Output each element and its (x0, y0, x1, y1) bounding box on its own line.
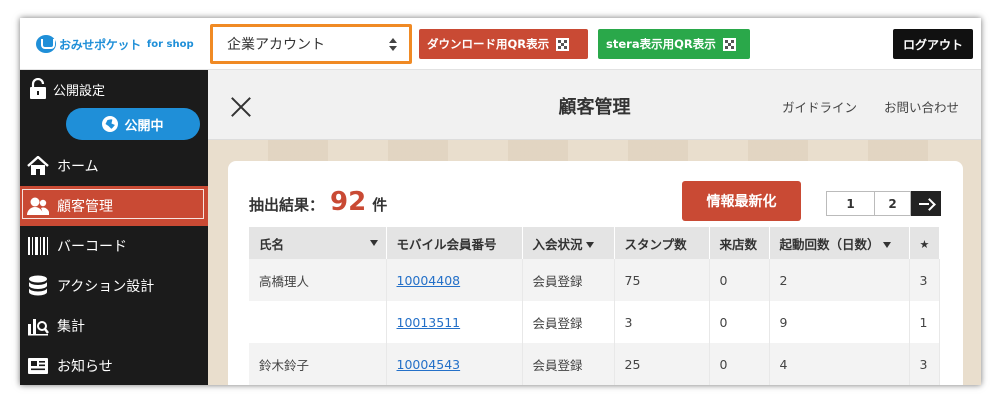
column-header-stamps[interactable]: スタンプ数 (614, 227, 710, 259)
cell-member-no: 10004543 (386, 343, 523, 385)
result-unit: 件 (372, 196, 388, 214)
news-icon (27, 355, 49, 377)
result-count: 抽出結果： 92 件 (249, 187, 387, 217)
cell-launches: 9 (769, 301, 910, 343)
page-button-1[interactable]: 1 (826, 191, 875, 216)
cell-stamps: 25 (614, 343, 710, 385)
column-header-visits[interactable]: 来店数 (709, 227, 770, 259)
cell-visits: 0 (709, 301, 770, 343)
app-window: おみせポケット for shop 企業アカウント ダウンロード用QR表示 ste… (20, 18, 981, 385)
top-bar: おみせポケット for shop 企業アカウント ダウンロード用QR表示 ste… (20, 18, 981, 70)
arrow-right-icon (919, 199, 933, 209)
sort-down-icon (882, 241, 891, 248)
table-row: 鈴木鈴子 10004543 会員登録 25 0 4 3 (249, 343, 941, 385)
cell-stamps: 3 (614, 301, 710, 343)
sidebar-item-label: バーコード (57, 239, 127, 255)
public-status-label: 公開中 (124, 118, 164, 134)
download-qr-button[interactable]: ダウンロード用QR表示 (419, 29, 588, 59)
result-number: 92 (330, 187, 367, 217)
column-header-launches[interactable]: 起動回数（日数） (769, 227, 910, 259)
public-setting[interactable]: 公開設定 (29, 78, 105, 100)
sidebar-item-customers[interactable]: 顧客管理 (20, 186, 208, 226)
cell-visits: 0 (709, 259, 770, 301)
customer-table: 氏名 モバイル会員番号 入会状況 スタンプ数 来店数 起動回数（日数） ★ 高橋… (249, 227, 941, 385)
users-icon (27, 195, 49, 217)
next-page-button[interactable] (911, 191, 941, 216)
sort-down-icon (585, 241, 594, 248)
pocket-logo-icon (36, 35, 56, 53)
member-number-link[interactable]: 10013511 (397, 315, 461, 330)
cell-star: 3 (909, 343, 941, 385)
app-logo[interactable]: おみせポケット for shop (36, 34, 194, 54)
column-header-status[interactable]: 入会状況 (522, 227, 615, 259)
stera-qr-button[interactable]: stera表示用QR表示 (598, 29, 750, 59)
refresh-info-button[interactable]: 情報最新化 (682, 181, 801, 221)
logo-subtext: for shop (146, 38, 194, 50)
sidebar-item-analytics[interactable]: 集計 (20, 306, 208, 346)
account-select[interactable]: 企業アカウント (210, 24, 412, 64)
cell-star: 1 (909, 301, 941, 343)
barcode-icon (27, 235, 49, 257)
sidebar-nav: ホーム 顧客管理 バーコード アクション設計 集計 お知らせ (20, 146, 208, 385)
sidebar: 公開設定 公開中 ホーム 顧客管理 バーコード アクション設計 集計 お知らせ (20, 70, 208, 385)
sidebar-item-home[interactable]: ホーム (20, 146, 208, 186)
qr-code-icon (722, 37, 736, 51)
star-icon: ★ (919, 237, 930, 251)
sort-down-icon (369, 240, 378, 246)
download-qr-label: ダウンロード用QR表示 (427, 37, 550, 51)
cell-visits: 0 (709, 343, 770, 385)
column-header-star[interactable]: ★ (909, 227, 941, 259)
logo-text: おみせポケット (59, 37, 141, 52)
cell-name (249, 301, 387, 343)
sidebar-item-label: アクション設計 (57, 279, 155, 295)
unlock-icon (30, 78, 46, 99)
stera-qr-label: stera表示用QR表示 (606, 37, 716, 51)
public-status-toggle[interactable]: 公開中 (66, 108, 200, 140)
guideline-link[interactable]: ガイドライン (782, 97, 857, 116)
globe-icon (102, 116, 119, 132)
contact-link[interactable]: お問い合わせ (884, 97, 959, 116)
cell-status: 会員登録 (522, 259, 615, 301)
pagination: 1 2 (826, 191, 941, 216)
cell-status: 会員登録 (522, 343, 615, 385)
cell-status: 会員登録 (522, 301, 615, 343)
page-header: 顧客管理 ガイドライン お問い合わせ (208, 70, 981, 140)
sidebar-item-news[interactable]: お知らせ (20, 346, 208, 385)
result-label: 抽出結果： (249, 196, 325, 214)
cell-member-no: 10013511 (386, 301, 523, 343)
sidebar-item-label: 集計 (57, 319, 85, 335)
cell-stamps: 75 (614, 259, 710, 301)
cell-star: 3 (909, 259, 941, 301)
sidebar-item-barcode[interactable]: バーコード (20, 226, 208, 266)
sidebar-item-label: お知らせ (57, 359, 113, 375)
sidebar-item-label: ホーム (57, 159, 99, 175)
main-content: 顧客管理 ガイドライン お問い合わせ 抽出結果： 92 件 情報最新化 1 2 (208, 70, 981, 385)
logout-button[interactable]: ログアウト (893, 29, 973, 59)
analytics-icon (27, 315, 49, 337)
cell-name: 高橋理人 (249, 259, 387, 301)
page-button-2[interactable]: 2 (875, 191, 911, 216)
sidebar-item-action-design[interactable]: アクション設計 (20, 266, 208, 306)
page-title: 顧客管理 (558, 97, 631, 118)
public-setting-label: 公開設定 (53, 83, 106, 99)
member-number-link[interactable]: 10004408 (397, 273, 461, 288)
qr-code-icon (556, 37, 570, 51)
cell-launches: 4 (769, 343, 910, 385)
column-header-name[interactable]: 氏名 (249, 227, 387, 259)
home-icon (27, 155, 49, 177)
table-row: 高橋理人 10004408 会員登録 75 0 2 3 (249, 259, 941, 301)
select-arrows-icon (389, 38, 399, 52)
member-number-link[interactable]: 10004543 (397, 357, 461, 372)
customer-list-card: 抽出結果： 92 件 情報最新化 1 2 氏名 モバイル会員番号 入会状況 スタ… (228, 161, 963, 385)
column-header-member-no[interactable]: モバイル会員番号 (386, 227, 523, 259)
cell-launches: 2 (769, 259, 910, 301)
account-select-value: 企業アカウント (227, 37, 325, 53)
sidebar-item-label: 顧客管理 (57, 199, 113, 215)
cell-member-no: 10004408 (386, 259, 523, 301)
database-icon (27, 275, 49, 297)
cell-name: 鈴木鈴子 (249, 343, 387, 385)
table-row: 10013511 会員登録 3 0 9 1 (249, 301, 941, 343)
table-header-row: 氏名 モバイル会員番号 入会状況 スタンプ数 来店数 起動回数（日数） ★ (249, 227, 941, 259)
